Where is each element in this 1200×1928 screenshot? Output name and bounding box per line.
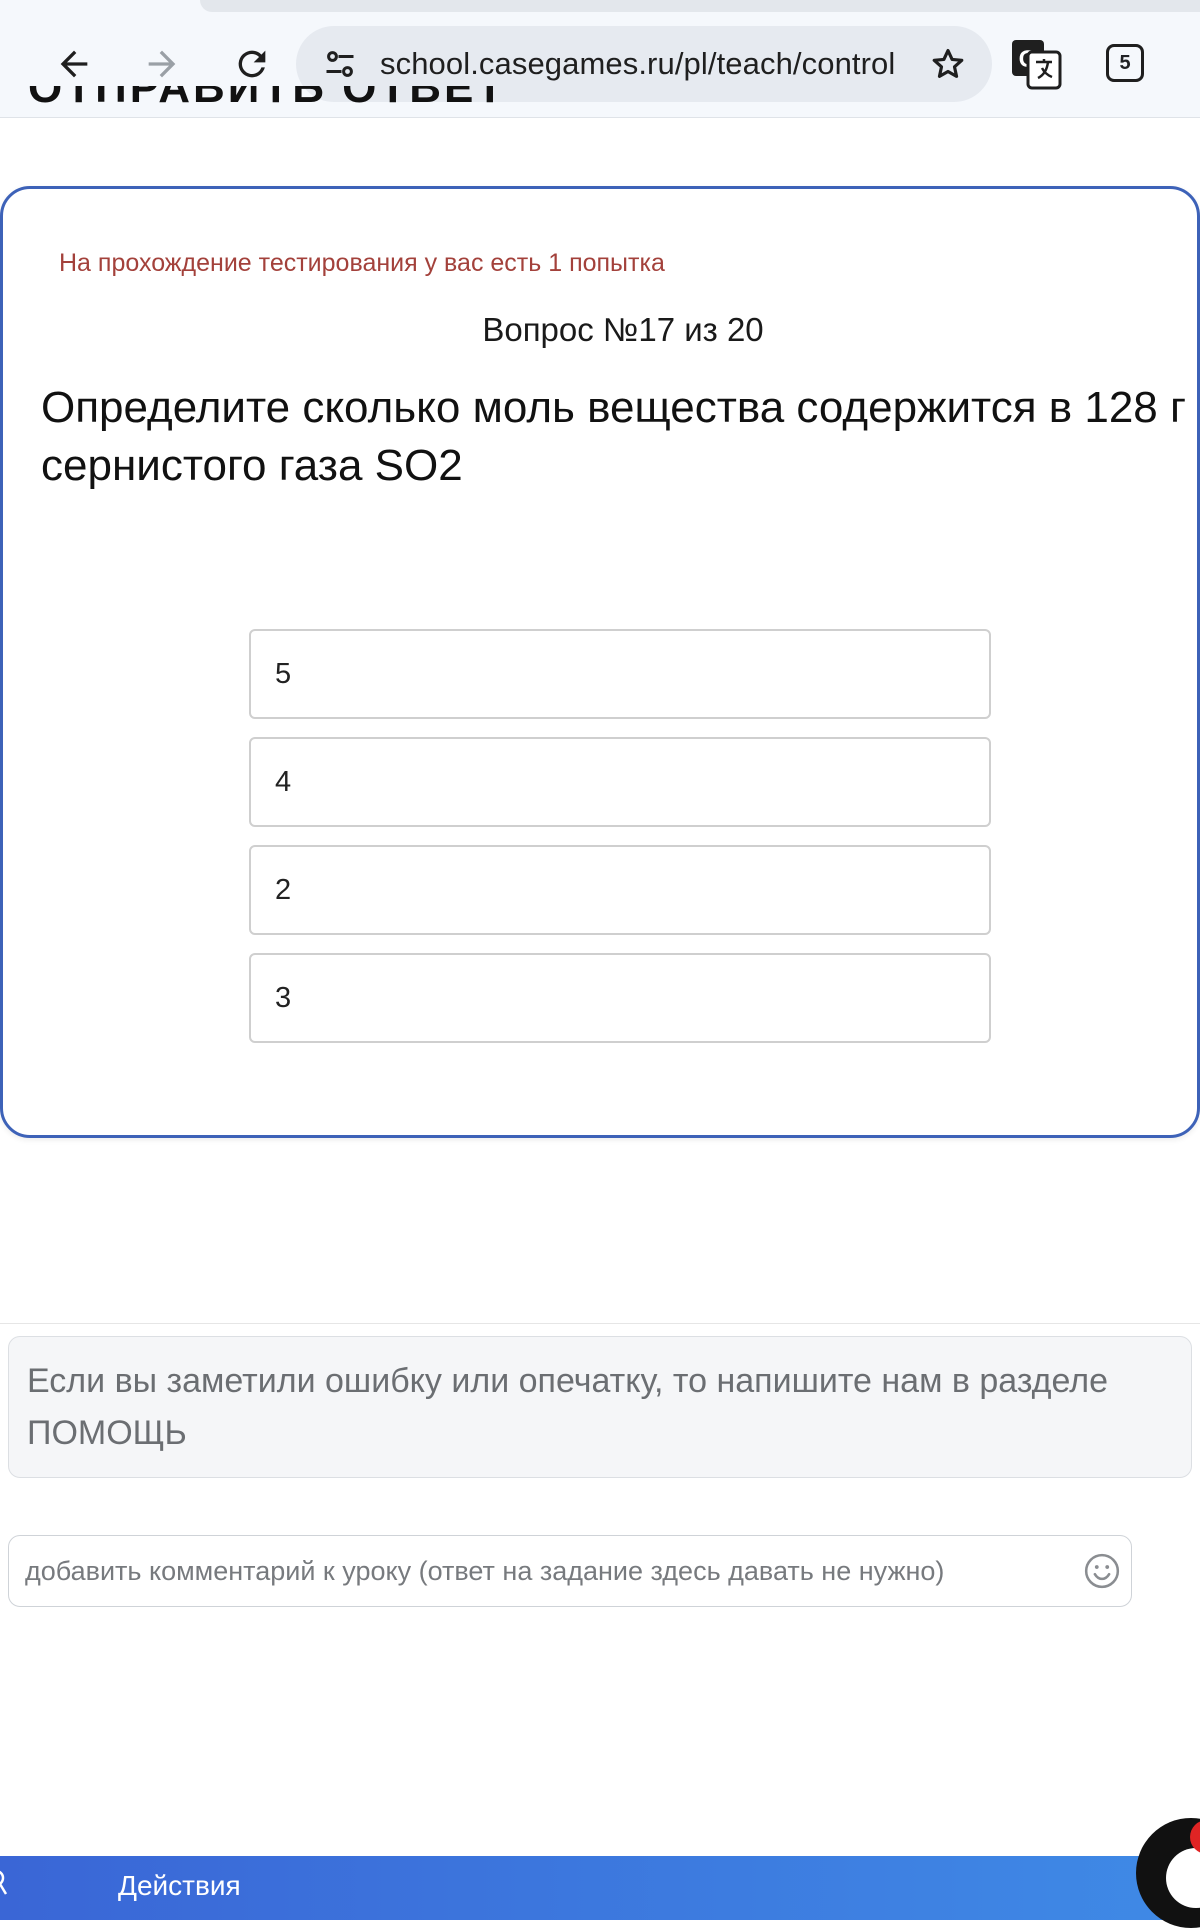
divider	[0, 1323, 1200, 1324]
comment-placeholder: добавить комментарий к уроку (ответ на з…	[25, 1555, 945, 1586]
question-counter: Вопрос №17 из 20	[482, 311, 764, 348]
attempts-note: На прохождение тестирования у вас есть 1…	[59, 249, 665, 277]
answer-option[interactable]: 3	[249, 953, 991, 1043]
bookmark-star-icon[interactable]	[926, 42, 970, 86]
arrow-left-icon	[60, 50, 88, 78]
back-button[interactable]	[44, 34, 104, 94]
edge-icon	[0, 1870, 8, 1895]
chat-bubble-inner	[1166, 1848, 1200, 1908]
bottom-actions-bar[interactable]: Действия	[0, 1856, 1200, 1920]
emoji-icon[interactable]	[1083, 1552, 1121, 1590]
question-text: Определите сколько моль вещества содержи…	[41, 383, 1187, 490]
answer-option[interactable]: 5	[249, 629, 991, 719]
quiz-card: На прохождение тестирования у вас есть 1…	[0, 186, 1200, 1138]
comment-input[interactable]: добавить комментарий к уроку (ответ на з…	[8, 1535, 1132, 1607]
answer-option[interactable]: 2	[249, 845, 991, 935]
answer-option[interactable]: 4	[249, 737, 991, 827]
arrow-right-icon	[148, 50, 176, 78]
url-text[interactable]: school.casegames.ru/pl/teach/control	[380, 46, 900, 82]
translate-icon[interactable]: G	[1010, 38, 1062, 90]
actions-label[interactable]: Действия	[118, 1870, 241, 1902]
tabstrip-edge	[200, 0, 1200, 12]
answer-options: 5 4 2 3	[249, 629, 991, 1061]
help-notice: Если вы заметили ошибку или опечатку, то…	[8, 1336, 1192, 1478]
tune-icon[interactable]	[318, 42, 362, 86]
forward-button[interactable]	[132, 34, 192, 94]
reload-button[interactable]	[222, 34, 282, 94]
submit-heading-cutoff: ОТПРАВИТЬ ОТВЕТ	[28, 86, 507, 112]
reload-icon	[238, 50, 266, 78]
tab-switcher-button[interactable]: 5	[1106, 44, 1144, 82]
